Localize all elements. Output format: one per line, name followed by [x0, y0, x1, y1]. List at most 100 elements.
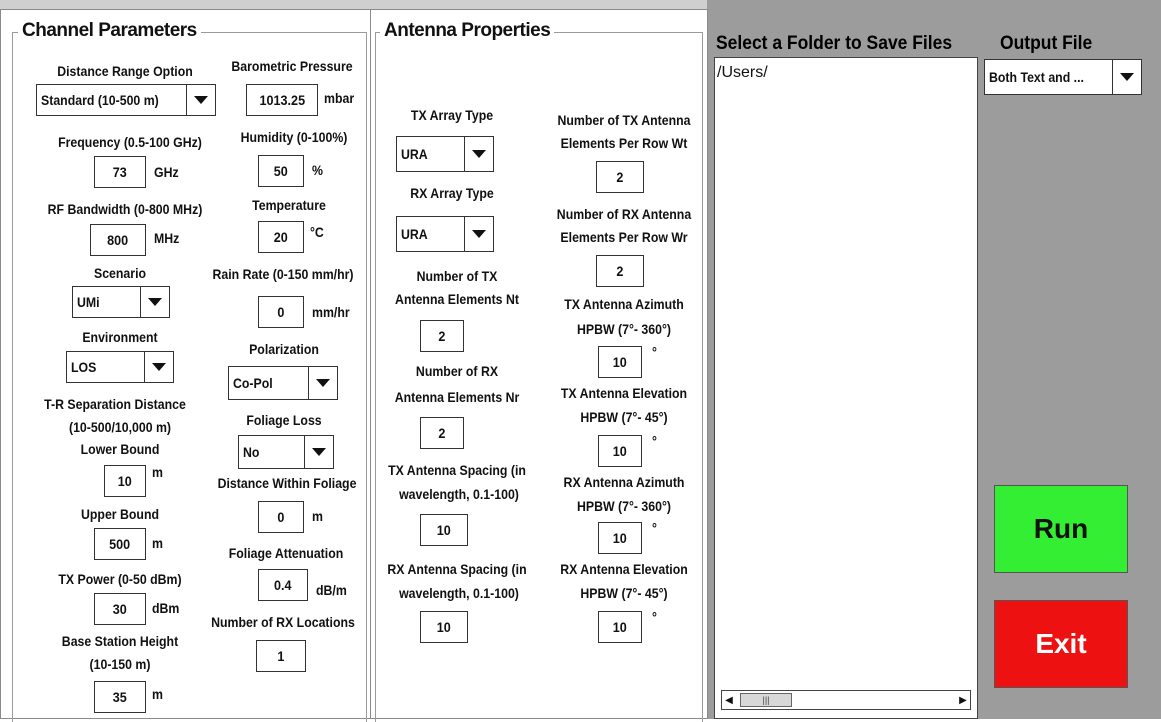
environment-label: Environment [82, 329, 158, 345]
tx-power-label: TX Power (0-50 dBm) [58, 571, 182, 587]
distance-range-label: Distance Range Option [57, 63, 193, 79]
rx-elevation-input[interactable]: 10 [598, 611, 642, 643]
scrollbar-thumb[interactable]: ||| [740, 693, 792, 707]
tx-spacing-label-1: TX Antenna Spacing (in [388, 462, 526, 478]
nt-input[interactable]: 2 [420, 320, 464, 352]
folder-list[interactable]: /Users/ ◀ ||| ▶ [714, 57, 978, 719]
rain-rate-label: Rain Rate (0-150 mm/hr) [212, 266, 354, 282]
rx-azimuth-label-2: HPBW (7°- 360°) [576, 498, 672, 514]
rx-locations-input[interactable]: 1 [256, 640, 306, 672]
bandwidth-input[interactable]: 800 [90, 224, 146, 256]
folder-title: Select a Folder to Save Files [716, 33, 953, 54]
chevron-down-icon[interactable] [144, 352, 173, 382]
foliage-attenuation-unit: dB/m [316, 582, 347, 598]
pressure-unit: mbar [324, 90, 355, 106]
tx-azimuth-label-1: TX Antenna Azimuth [564, 296, 684, 312]
bandwidth-label: RF Bandwidth (0-800 MHz) [47, 201, 203, 217]
bandwidth-unit: MHz [154, 230, 180, 246]
rx-elevation-label-2: HPBW (7°- 45°) [580, 585, 668, 601]
frequency-input[interactable]: 73 [94, 156, 146, 188]
tx-array-type-dropdown[interactable]: URA [396, 136, 494, 172]
chevron-down-icon[interactable] [464, 217, 493, 251]
wr-input[interactable]: 2 [596, 255, 644, 287]
lower-bound-label: Lower Bound [80, 441, 160, 457]
folder-path[interactable]: /Users/ [717, 64, 768, 82]
chevron-down-icon[interactable] [1112, 60, 1141, 94]
tx-array-type-label: TX Array Type [410, 107, 494, 123]
scenario-label: Scenario [93, 265, 147, 281]
distance-range-dropdown[interactable]: Standard (10-500 m) [36, 84, 216, 116]
frequency-label: Frequency (0.5-100 GHz) [58, 134, 202, 150]
rain-rate-input[interactable]: 0 [258, 296, 304, 328]
tx-elevation-unit: ° [652, 433, 657, 449]
pressure-label: Barometric Pressure [231, 58, 353, 74]
upper-bound-input[interactable]: 500 [94, 528, 146, 560]
rx-array-type-value: URA [401, 226, 428, 242]
rx-array-type-label: RX Array Type [410, 185, 494, 201]
tx-power-input[interactable]: 30 [94, 593, 146, 625]
chevron-down-icon[interactable] [304, 436, 333, 468]
tx-azimuth-label-2: HPBW (7°- 360°) [576, 321, 672, 337]
tx-spacing-input[interactable]: 10 [420, 514, 468, 546]
wr-label-1: Number of RX Antenna [556, 206, 692, 222]
rx-spacing-label-2: wavelength, 0.1-100) [399, 585, 519, 601]
wt-label-2: Elements Per Row Wt [560, 135, 688, 151]
rx-array-type-dropdown[interactable]: URA [396, 216, 494, 252]
arrow-left-icon[interactable]: ◀ [722, 691, 736, 709]
nr-input[interactable]: 2 [420, 417, 464, 449]
tr-separation-label-1: T-R Separation Distance [44, 396, 186, 412]
tx-elevation-input[interactable]: 10 [598, 435, 642, 467]
rx-spacing-label-1: RX Antenna Spacing (in [387, 561, 527, 577]
bs-height-input[interactable]: 35 [94, 681, 146, 713]
distance-range-value: Standard (10-500 m) [41, 92, 159, 108]
rx-spacing-input[interactable]: 10 [420, 611, 468, 643]
tx-power-unit: dBm [152, 600, 180, 616]
upper-bound-label: Upper Bound [80, 506, 160, 522]
polarization-dropdown[interactable]: Co-Pol [228, 366, 338, 400]
foliage-attenuation-input[interactable]: 0.4 [258, 569, 308, 601]
run-button[interactable]: Run [994, 485, 1128, 573]
distance-foliage-label: Distance Within Foliage [217, 475, 357, 491]
upper-bound-unit: m [152, 535, 163, 551]
chevron-down-icon[interactable] [308, 367, 337, 399]
chevron-down-icon[interactable] [464, 137, 493, 171]
wt-input[interactable]: 2 [596, 161, 644, 193]
rx-elevation-label-1: RX Antenna Elevation [560, 561, 688, 577]
tx-array-type-value: URA [401, 146, 428, 162]
channel-parameters-title: Channel Parameters [18, 20, 201, 42]
foliage-loss-dropdown[interactable]: No [238, 435, 334, 469]
arrow-right-icon[interactable]: ▶ [956, 691, 970, 709]
distance-foliage-input[interactable]: 0 [258, 501, 304, 533]
environment-dropdown[interactable]: LOS [66, 351, 174, 383]
wr-label-2: Elements Per Row Wr [560, 229, 688, 245]
tx-spacing-label-2: wavelength, 0.1-100) [399, 486, 519, 502]
tx-azimuth-input[interactable]: 10 [598, 346, 642, 378]
chevron-down-icon[interactable] [140, 287, 169, 317]
pressure-input[interactable]: 1013.25 [246, 84, 318, 116]
humidity-label: Humidity (0-100%) [240, 129, 348, 145]
horizontal-scrollbar[interactable]: ◀ ||| ▶ [721, 690, 971, 710]
tr-separation-label-2: (10-500/10,000 m) [68, 419, 172, 435]
nt-label-1: Number of TX [416, 268, 498, 284]
antenna-properties-title: Antenna Properties [380, 20, 555, 42]
tx-azimuth-unit: ° [652, 344, 657, 360]
environment-value: LOS [71, 359, 97, 375]
humidity-input[interactable]: 50 [258, 155, 304, 187]
lower-bound-input[interactable]: 10 [104, 465, 146, 497]
chevron-down-icon[interactable] [186, 85, 215, 115]
distance-foliage-unit: m [312, 508, 323, 524]
scenario-dropdown[interactable]: UMi [72, 286, 170, 318]
temperature-input[interactable]: 20 [258, 221, 304, 253]
foliage-loss-value: No [243, 444, 260, 460]
tx-elevation-label-2: HPBW (7°- 45°) [580, 409, 668, 425]
rx-locations-label: Number of RX Locations [211, 614, 355, 630]
temperature-label: Temperature [252, 197, 326, 213]
rx-azimuth-label-1: RX Antenna Azimuth [563, 474, 685, 490]
nt-label-2: Antenna Elements Nt [395, 291, 519, 307]
lower-bound-unit: m [152, 464, 163, 480]
rx-azimuth-input[interactable]: 10 [598, 522, 642, 554]
rx-elevation-unit: ° [652, 609, 657, 625]
foliage-attenuation-label: Foliage Attenuation [228, 545, 344, 561]
exit-button[interactable]: Exit [994, 600, 1128, 688]
output-file-dropdown[interactable]: Both Text and ... [984, 59, 1142, 95]
